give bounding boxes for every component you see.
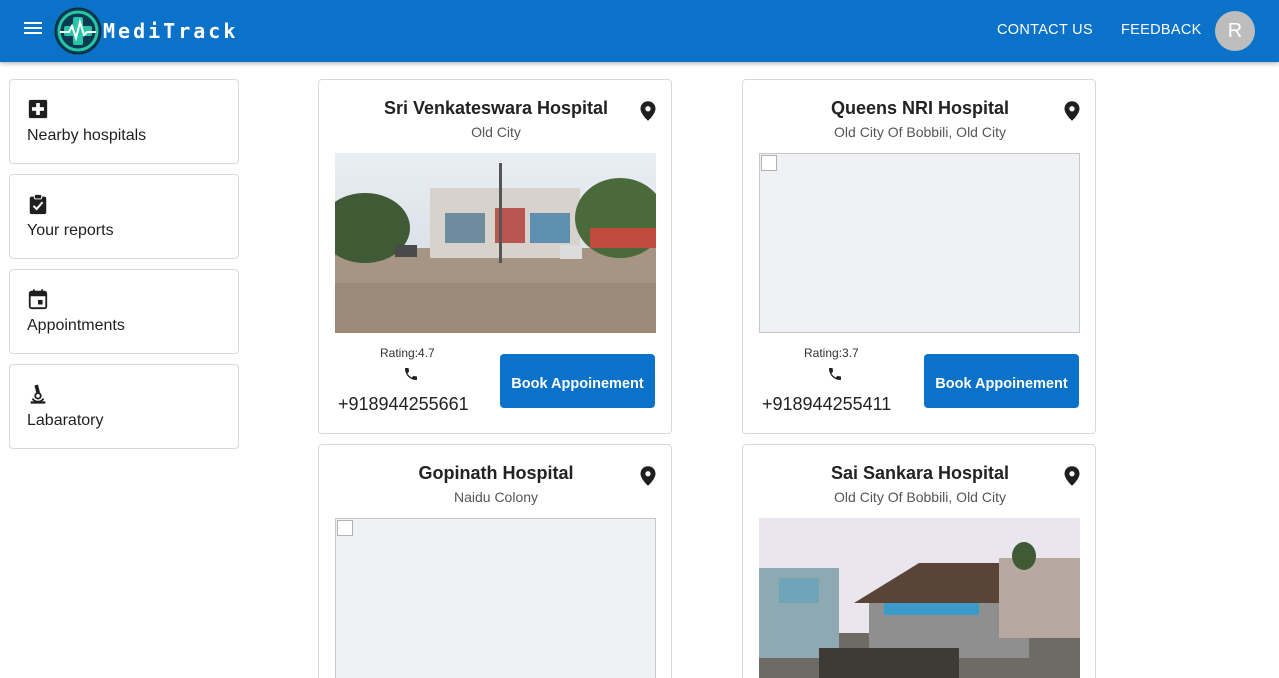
- hospital-name: Queens NRI Hospital: [830, 98, 1010, 118]
- phone-icon: [405, 368, 417, 380]
- microscope-icon: [30, 384, 46, 404]
- hospital-location: Naidu Colony: [453, 489, 539, 505]
- hospital-location: Old City: [471, 124, 521, 140]
- hospital-photo-broken: [759, 153, 1080, 333]
- sidebar-item-label: Your reports: [27, 222, 114, 239]
- hospital-name: Gopinath Hospital: [418, 463, 574, 483]
- hospital-rating: Rating:3.7: [804, 346, 859, 360]
- phone-icon: [829, 368, 841, 380]
- book-appointment-button[interactable]: Book Appoinement: [924, 354, 1079, 408]
- location-pin-icon[interactable]: [1063, 465, 1081, 487]
- app-bar: MediTrack CONTACT US FEEDBACK R: [0, 0, 1279, 62]
- hospital-photo-broken: [335, 518, 656, 678]
- brand-name[interactable]: MediTrack: [103, 19, 238, 43]
- sidebar-item-nearby-hospitals[interactable]: Nearby hospitals: [9, 79, 239, 164]
- hospital-photo: [759, 518, 1080, 678]
- location-pin-icon[interactable]: [1063, 100, 1081, 122]
- sidebar-item-label: Labaratory: [27, 412, 104, 429]
- sidebar-item-labaratory[interactable]: Labaratory: [9, 364, 239, 449]
- location-pin-icon[interactable]: [639, 465, 657, 487]
- hospital-name: Sri Venkateswara Hospital: [383, 98, 609, 118]
- location-pin-icon[interactable]: [639, 100, 657, 122]
- hospital-phone[interactable]: +918944255411: [762, 394, 891, 415]
- hospital-photo: [335, 153, 656, 333]
- hospital-card[interactable]: Gopinath Hospital Naidu Colony: [318, 444, 672, 678]
- meditrack-logo[interactable]: [54, 7, 102, 55]
- feedback-link[interactable]: FEEDBACK: [1121, 22, 1202, 38]
- clipboard-check-icon: [29, 193, 47, 215]
- hospital-card[interactable]: Sai Sankara Hospital Old City Of Bobbili…: [742, 444, 1096, 678]
- sidebar-item-your-reports[interactable]: Your reports: [9, 174, 239, 259]
- menu-icon[interactable]: [24, 19, 46, 39]
- hospital-location: Old City Of Bobbili, Old City: [834, 489, 1006, 505]
- user-avatar[interactable]: R: [1215, 11, 1255, 51]
- sidebar-item-appointments[interactable]: Appointments: [9, 269, 239, 354]
- hospital-phone[interactable]: +918944255661: [338, 394, 469, 415]
- hospital-name: Sai Sankara Hospital: [830, 463, 1010, 483]
- hospital-card[interactable]: Queens NRI Hospital Old City Of Bobbili,…: [742, 79, 1096, 434]
- hospital-rating: Rating:4.7: [380, 346, 435, 360]
- calendar-event-icon: [28, 289, 48, 310]
- contact-us-link[interactable]: CONTACT US: [997, 22, 1093, 38]
- medical-plus-icon: [28, 99, 48, 119]
- sidebar-item-label: Nearby hospitals: [27, 127, 147, 144]
- sidebar-item-label: Appointments: [27, 317, 125, 334]
- hospital-card[interactable]: Sri Venkateswara Hospital Old City Ratin…: [318, 79, 672, 434]
- broken-image-icon: [337, 520, 353, 536]
- hospital-location: Old City Of Bobbili, Old City: [834, 124, 1006, 140]
- book-appointment-button[interactable]: Book Appoinement: [500, 354, 655, 408]
- broken-image-icon: [761, 155, 777, 171]
